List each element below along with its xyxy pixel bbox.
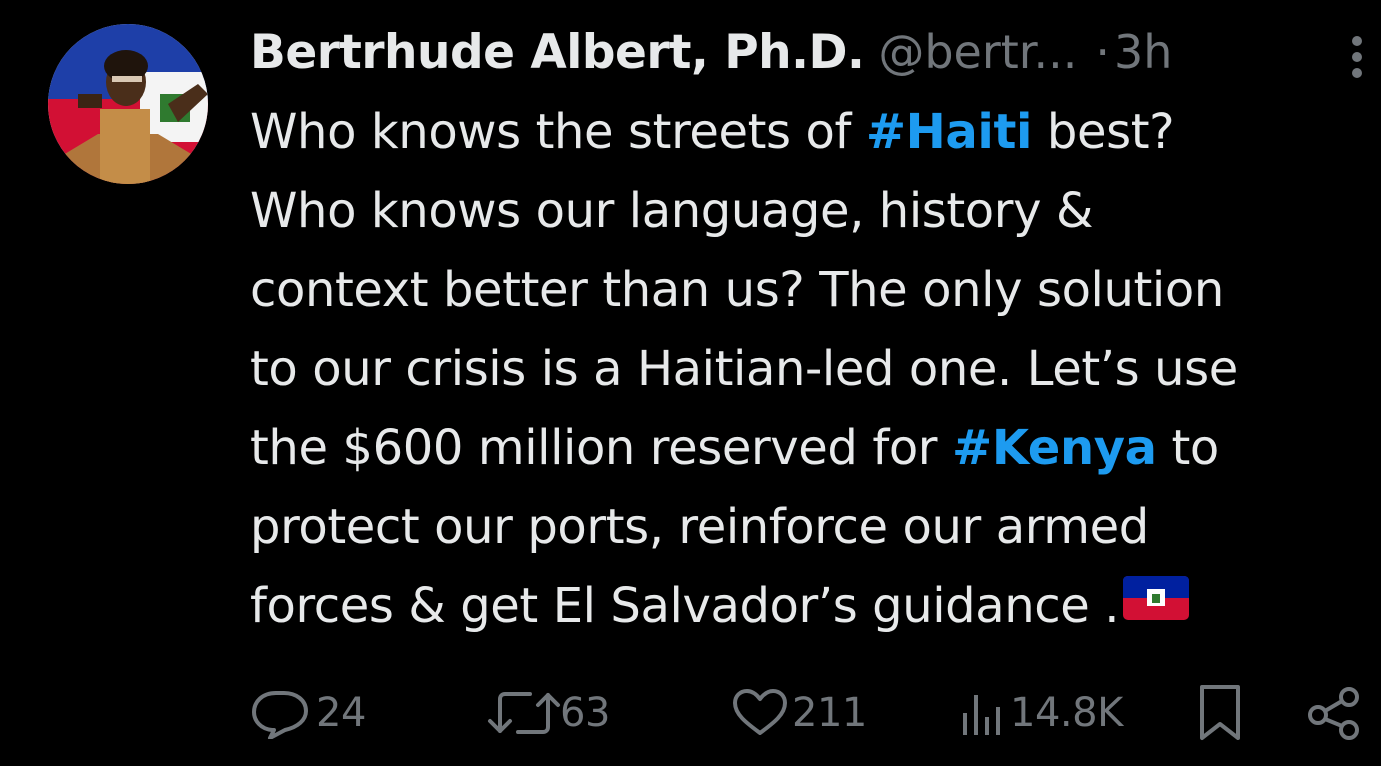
views-icon	[963, 695, 1000, 735]
bookmark-icon	[1200, 685, 1240, 740]
reply-button[interactable]: 24	[250, 683, 366, 743]
separator-dot: ·	[1095, 25, 1110, 79]
views-count: 14.8K	[1010, 690, 1123, 736]
repost-button[interactable]: 63	[486, 683, 610, 743]
reply-icon	[252, 691, 308, 739]
tweet-action-bar: 24 63 211 14.8K	[250, 683, 1381, 743]
share-icon	[1308, 687, 1359, 740]
hashtag-kenya[interactable]: #Kenya	[952, 420, 1157, 476]
tweet-line: the $600 million reserved for #Kenya to	[250, 409, 1381, 488]
tweet-text-segment: the $600 million reserved for	[250, 420, 953, 476]
share-button[interactable]	[1306, 683, 1362, 743]
tweet-text: Who knows the streets of #Haiti best? Wh…	[250, 93, 1381, 646]
tweet-text-segment: forces & get El Salvador’s guidance .	[250, 578, 1120, 634]
tweet-line: protect our ports, reinforce our armed	[250, 499, 1149, 555]
tweet-line: Who knows the streets of #Haiti best?	[250, 93, 1381, 172]
more-options-icon[interactable]	[1348, 30, 1368, 80]
author-handle[interactable]: @bertr...	[878, 25, 1077, 79]
reply-count: 24	[316, 690, 366, 736]
tweet-line: context better than us? The only solutio…	[250, 262, 1224, 318]
heart-icon	[733, 689, 787, 735]
tweet-timestamp[interactable]: 3h	[1114, 25, 1172, 79]
tweet-line: forces & get El Salvador’s guidance .	[250, 567, 1381, 646]
tweet-text-segment: to	[1156, 420, 1219, 476]
like-button[interactable]: 211	[730, 683, 867, 743]
avatar-image	[48, 24, 208, 184]
bookmark-button[interactable]	[1195, 683, 1245, 743]
tweet-header: Bertrhude Albert, Ph.D. @bertr... ·3h	[250, 20, 1381, 84]
hashtag-haiti[interactable]: #Haiti	[866, 104, 1033, 160]
tweet-line: to our crisis is a Haitian-led one. Let’…	[250, 341, 1238, 397]
avatar[interactable]	[48, 24, 208, 184]
tweet-line: Who knows our language, history &	[250, 183, 1093, 239]
tweet-text-segment: best?	[1032, 104, 1175, 160]
repost-count: 63	[560, 690, 610, 736]
tweet-text-segment: Who knows the streets of	[250, 104, 866, 160]
author-name[interactable]: Bertrhude Albert, Ph.D.	[250, 25, 865, 80]
views-button[interactable]: 14.8K	[958, 683, 1123, 743]
haiti-flag-emoji	[1123, 565, 1190, 644]
repost-icon	[488, 692, 560, 734]
like-count: 211	[792, 690, 867, 736]
